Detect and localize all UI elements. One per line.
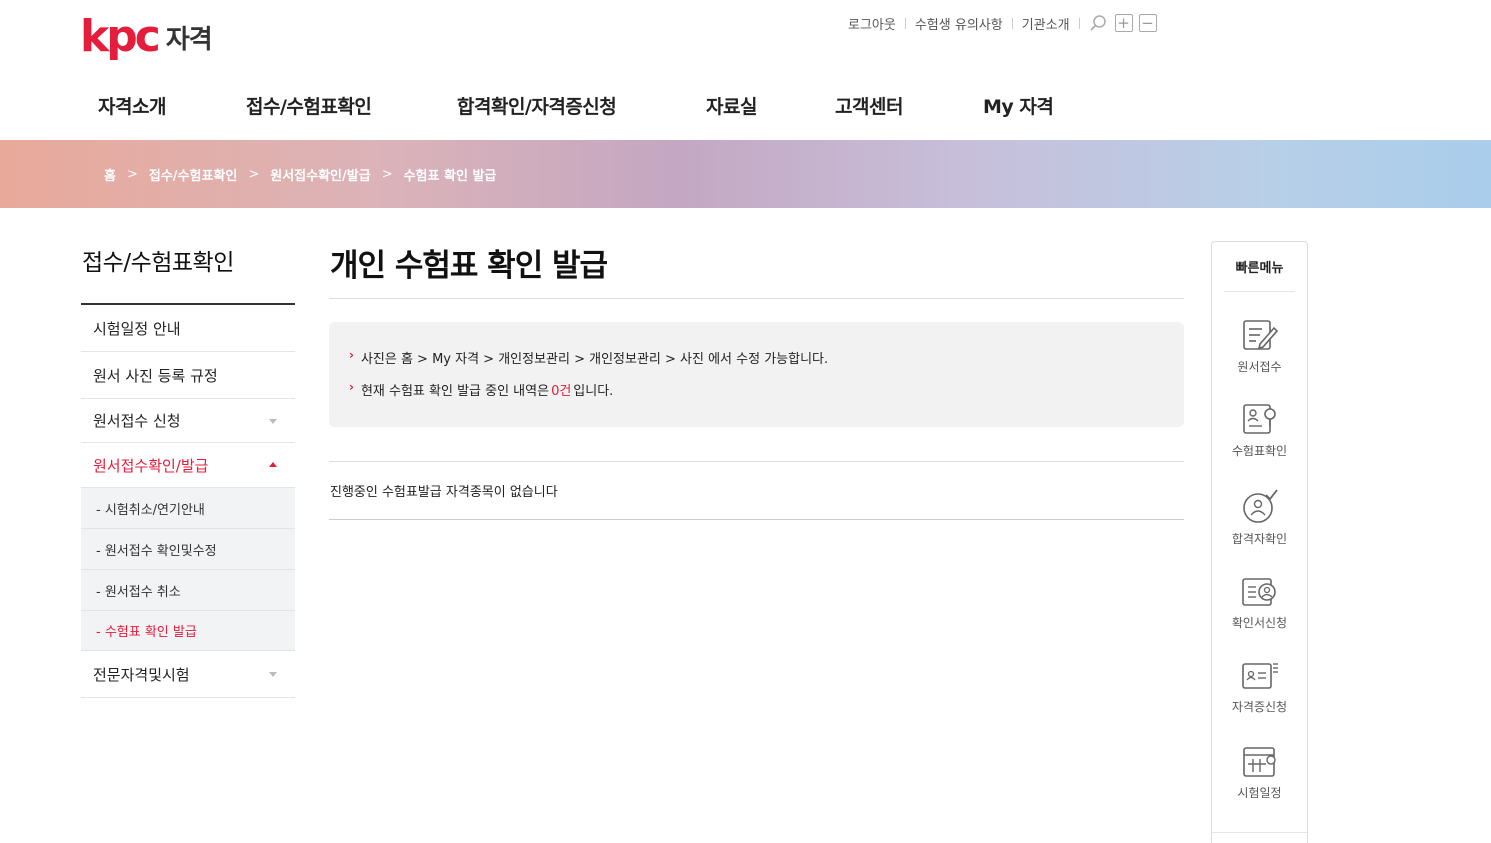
breadcrumb: 홈 > 접수/수험표확인 > 원서접수확인/발급 > 수험표 확인 발급 xyxy=(104,140,496,208)
lnb-item-application-check[interactable]: 원서접수확인/발급 xyxy=(81,443,295,488)
logo-brand: kpc xyxy=(80,11,161,62)
chevron-right-icon: > xyxy=(248,166,260,182)
gnb-qualification-intro[interactable]: 자격소개 xyxy=(98,92,166,119)
notice-link[interactable]: 수험생 유의사항 xyxy=(915,14,1003,33)
breadcrumb-level1[interactable]: 접수/수험표확인 xyxy=(149,165,237,184)
info-line-prefix: 현재 수험표 확인 발급 중인 내역은 xyxy=(360,384,550,399)
info-line-suffix: 입니다. xyxy=(573,384,614,399)
breadcrumb-level3[interactable]: 수험표 확인 발급 xyxy=(404,165,497,184)
about-link[interactable]: 기관소개 xyxy=(1022,14,1070,33)
logout-link[interactable]: 로그아웃 xyxy=(848,14,896,33)
quick-item-label: 합격자확인 xyxy=(1231,532,1288,546)
quick-item-label: 확인서신청 xyxy=(1231,616,1288,630)
lnb-item-professional[interactable]: 전문자격및시험 xyxy=(81,651,295,698)
gnb-pass-check[interactable]: 합격확인/자격증신청 xyxy=(457,92,617,119)
chevron-up-icon xyxy=(269,462,277,467)
gnb-registration[interactable]: 접수/수험표확인 xyxy=(246,92,372,119)
certificate-request-icon xyxy=(1241,578,1276,606)
pass-check-icon xyxy=(1242,489,1278,523)
info-box: › 사진은 홈 > My 자격 > 개인정보관리 > 개인정보관리 > 사진 에… xyxy=(329,322,1184,427)
divider xyxy=(329,519,1184,520)
chevron-down-icon xyxy=(269,672,277,677)
divider xyxy=(329,461,1184,462)
chevron-right-icon: > xyxy=(126,166,138,182)
info-line-text: 사진은 홈 > My 자격 > 개인정보관리 > 개인정보관리 > 사진 에서 … xyxy=(360,352,829,367)
gnb-customer-center[interactable]: 고객센터 xyxy=(835,92,903,119)
divider xyxy=(1011,17,1013,29)
global-nav: 자격소개 접수/수험표확인 합격확인/자격증신청 자료실 고객센터 My 자격 xyxy=(0,92,1491,122)
chevron-right-icon: › xyxy=(349,380,354,394)
quick-item-label: 수험표확인 xyxy=(1231,444,1288,458)
chevron-right-icon: › xyxy=(349,348,354,362)
lnb-title: 접수/수험표확인 xyxy=(82,250,234,276)
page-title: 개인 수험표 확인 발급 xyxy=(330,248,608,284)
gnb-my-qualification[interactable]: My 자격 xyxy=(983,92,1054,119)
divider xyxy=(329,298,1184,299)
issue-count: 0건 xyxy=(551,384,572,399)
lnb-sub-item-cancel[interactable]: - 원서접수 취소 xyxy=(81,570,295,611)
quick-item-application[interactable]: 원서접수 xyxy=(1212,318,1307,375)
zoom-in-button[interactable]: + xyxy=(1114,14,1133,32)
lnb-item-exam-schedule[interactable]: 시험일정 안내 xyxy=(81,305,295,352)
kpc-logo[interactable]: kpc 자격 xyxy=(80,11,213,62)
logo-sub: 자격 xyxy=(165,24,213,55)
divider xyxy=(904,17,906,29)
application-icon xyxy=(1242,320,1278,350)
gnb-resources[interactable]: 자료실 xyxy=(706,92,757,119)
divider xyxy=(1078,17,1080,29)
search-icon[interactable] xyxy=(1089,14,1107,32)
divider xyxy=(1212,832,1307,833)
quick-item-label: 시험일정 xyxy=(1237,786,1282,800)
left-nav: 시험일정 안내 원서 사진 등록 규정 원서접수 신청 원서접수확인/발급 - … xyxy=(81,303,295,698)
breadcrumb-home[interactable]: 홈 xyxy=(104,165,116,184)
lnb-sub-item-ticket-issue[interactable]: - 수험표 확인 발급 xyxy=(81,611,295,651)
info-photo-notice: › 사진은 홈 > My 자격 > 개인정보관리 > 개인정보관리 > 사진 에… xyxy=(349,348,1184,380)
lnb-item-label: 시험일정 안내 xyxy=(93,319,181,338)
lnb-submenu: - 시험취소/연기안내 - 원서접수 확인및수정 - 원서접수 취소 - 수험표… xyxy=(81,488,295,651)
sub-visual-banner: 홈 > 접수/수험표확인 > 원서접수확인/발급 > 수험표 확인 발급 xyxy=(0,140,1491,208)
quick-item-label: 자격증신청 xyxy=(1231,700,1288,714)
lnb-item-label: 원서 사진 등록 규정 xyxy=(93,366,218,385)
lnb-item-photo-rules[interactable]: 원서 사진 등록 규정 xyxy=(81,352,295,399)
zoom-out-button[interactable]: − xyxy=(1138,14,1157,32)
chevron-down-icon xyxy=(269,418,277,424)
quick-item-exam-calendar[interactable]: 시험일정 xyxy=(1212,744,1307,801)
empty-result-message: 진행중인 수험표발급 자격종목이 없습니다 xyxy=(330,485,558,500)
lnb-sub-item-check-edit[interactable]: - 원서접수 확인및수정 xyxy=(81,529,295,570)
lnb-item-label: 원서접수 신청 xyxy=(93,412,181,430)
quick-item-pass-check[interactable]: 합격자확인 xyxy=(1212,488,1307,547)
quick-item-license-card[interactable]: 자격증신청 xyxy=(1212,660,1307,715)
lnb-sub-item-cancel-guide[interactable]: - 시험취소/연기안내 xyxy=(81,488,295,529)
info-count-notice: › 현재 수험표 확인 발급 중인 내역은 0건 입니다. xyxy=(349,380,1184,412)
quick-menu: 빠른메뉴 원서접수 수험표확인 합격자확인 확인서신청 자격증신청 시험일정 xyxy=(1211,241,1308,843)
quick-item-exam-ticket[interactable]: 수험표확인 xyxy=(1212,402,1307,459)
breadcrumb-level2[interactable]: 원서접수확인/발급 xyxy=(270,165,370,184)
quick-item-label: 원서접수 xyxy=(1237,360,1282,374)
quick-menu-title: 빠른메뉴 xyxy=(1224,242,1295,292)
exam-ticket-icon xyxy=(1242,404,1276,434)
utility-menu: 로그아웃 수험생 유의사항 기관소개 + − xyxy=(848,12,1157,34)
calendar-icon xyxy=(1242,747,1276,777)
chevron-right-icon: > xyxy=(381,166,393,182)
lnb-item-label: 원서접수확인/발급 xyxy=(93,456,209,475)
quick-item-certificate-request[interactable]: 확인서신청 xyxy=(1212,576,1307,631)
lnb-item-application[interactable]: 원서접수 신청 xyxy=(81,399,295,443)
license-card-icon xyxy=(1241,663,1278,689)
lnb-item-label: 전문자격및시험 xyxy=(93,665,190,684)
